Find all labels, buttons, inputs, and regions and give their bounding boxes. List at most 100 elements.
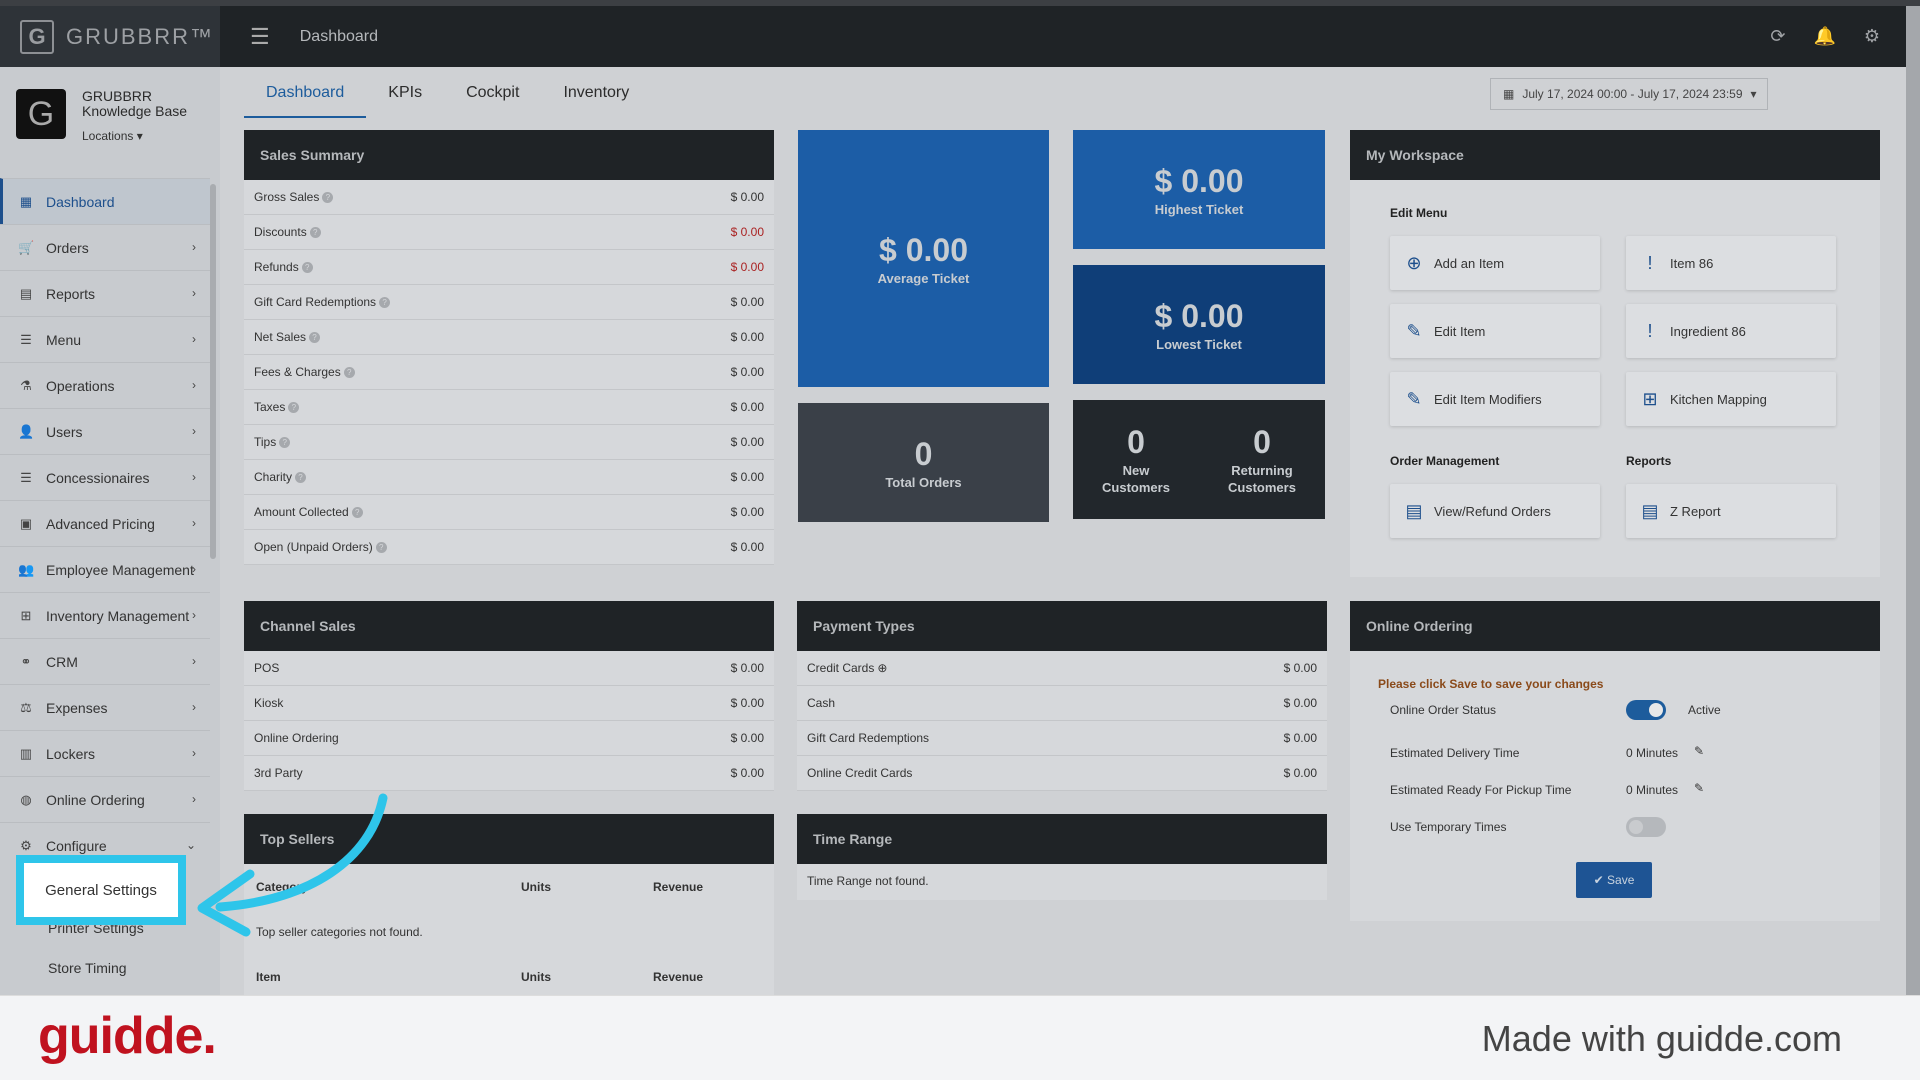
col-units-2: Units [521, 970, 551, 984]
sidebar-item-employee-management[interactable]: 👥 Employee Management › [0, 546, 210, 592]
sidebar-item-expenses[interactable]: ⚖ Expenses › [0, 684, 210, 730]
sidebar-item-users[interactable]: 👤 Users › [0, 408, 210, 454]
average-ticket-label: Average Ticket [877, 270, 970, 286]
temporary-times-toggle[interactable] [1626, 817, 1666, 837]
sidebar-item-inventory-management[interactable]: ⊞ Inventory Management › [0, 592, 210, 638]
time-range-title: Time Range [797, 814, 1327, 864]
row-value: $ 0.00 [730, 470, 764, 484]
plus-circle-icon[interactable]: ⊕ [877, 661, 887, 675]
row-label: Kiosk [254, 696, 283, 710]
average-ticket-tile: $ 0.00 Average Ticket [798, 130, 1049, 387]
help-icon[interactable]: ? [379, 297, 391, 309]
general-settings-highlight[interactable]: General Settings [16, 855, 186, 925]
table-row: Open (Unpaid Orders)? $ 0.00 [244, 530, 774, 565]
z-report-button[interactable]: ▤ Z Report [1626, 484, 1836, 538]
delivery-time-label: Estimated Delivery Time [1390, 746, 1520, 760]
table-row: Amount Collected? $ 0.00 [244, 495, 774, 530]
edit-item-modifiers-button[interactable]: ✎ Edit Item Modifiers [1390, 372, 1600, 426]
table-row: Online Ordering $ 0.00 [244, 721, 774, 756]
add-item-label: Add an Item [1434, 255, 1505, 271]
bell-icon[interactable]: 🔔 [1813, 26, 1835, 47]
sidebar-item-online-ordering[interactable]: ◍ Online Ordering › [0, 776, 210, 822]
sidebar-item-orders[interactable]: 🛒 Orders › [0, 224, 210, 270]
item-86-button[interactable]: ! Item 86 [1626, 236, 1836, 290]
user-plus-icon: 👤 [18, 423, 35, 439]
ingredient-86-button[interactable]: ! Ingredient 86 [1626, 304, 1836, 358]
row-label: Charity? [254, 470, 307, 484]
online-order-status-label: Online Order Status [1390, 703, 1497, 717]
sidebar-item-reports[interactable]: ▤ Reports › [0, 270, 210, 316]
table-row: Online Credit Cards $ 0.00 [797, 756, 1327, 791]
sidebar-item-menu[interactable]: ☰ Menu › [0, 316, 210, 362]
edit-delivery-pencil-icon[interactable]: ✎ [1694, 744, 1704, 758]
help-icon[interactable]: ? [279, 437, 291, 449]
plus-circle-icon: ⊕ [1406, 252, 1422, 273]
sales-summary-title: Sales Summary [244, 130, 774, 180]
sidebar-item-label: Expenses [46, 699, 108, 716]
table-row: Kiosk $ 0.00 [244, 686, 774, 721]
help-icon[interactable]: ? [301, 262, 313, 274]
row-label-text: Credit Cards [807, 661, 875, 675]
online-ordering-title: Online Ordering [1350, 601, 1880, 651]
help-icon[interactable]: ? [288, 402, 300, 414]
tab-inventory[interactable]: Inventory [541, 80, 651, 118]
flask-icon: ⚗ [20, 377, 32, 393]
edit-item-button[interactable]: ✎ Edit Item [1390, 304, 1600, 358]
refresh-icon[interactable]: ⟳ [1770, 26, 1785, 47]
row-label-text: Fees & Charges [254, 365, 341, 379]
sidebar-item-operations[interactable]: ⚗ Operations › [0, 362, 210, 408]
exclamation-icon: ! [1647, 320, 1653, 341]
online-order-status-toggle[interactable] [1626, 700, 1666, 720]
row-label-text: Gross Sales [254, 190, 320, 204]
row-label: POS [254, 661, 279, 675]
table-row: Taxes? $ 0.00 [244, 390, 774, 425]
sidebar-subitem-store-timing[interactable]: Store Timing [0, 948, 210, 988]
brand[interactable]: G GRUBBRR™ [0, 6, 220, 67]
view-refund-orders-button[interactable]: ▤ View/Refund Orders [1390, 484, 1600, 538]
row-label-text: Refunds [254, 260, 299, 274]
help-icon[interactable]: ? [375, 542, 387, 554]
hamburger-menu-icon[interactable]: ☰ [250, 24, 270, 50]
save-notice: Please click Save to save your changes [1378, 677, 1604, 691]
total-orders-value: 0 [914, 435, 933, 472]
chevron-right-icon: › [192, 608, 196, 622]
help-icon[interactable]: ? [309, 227, 321, 239]
customers-tile: 0 New Customers 0 Returning Customers [1073, 400, 1325, 519]
total-orders-label: Total Orders [885, 474, 962, 490]
sidebar-item-concessionaires[interactable]: ☰ Concessionaires › [0, 454, 210, 500]
sitemap-icon: ⊞ [1642, 388, 1658, 409]
save-button[interactable]: ✔ Save [1576, 862, 1652, 898]
help-icon[interactable]: ? [295, 472, 307, 484]
row-label: Gift Card Redemptions [807, 731, 929, 745]
sidebar-scrollbar[interactable] [210, 184, 216, 559]
sidebar-item-dashboard[interactable]: ▦ Dashboard [0, 178, 210, 224]
help-icon[interactable]: ? [322, 192, 334, 204]
tab-dashboard[interactable]: Dashboard [244, 80, 367, 118]
table-row: Fees & Charges? $ 0.00 [244, 355, 774, 390]
add-item-button[interactable]: ⊕ Add an Item [1390, 236, 1600, 290]
edit-pickup-pencil-icon[interactable]: ✎ [1694, 781, 1704, 795]
sidebar-item-crm[interactable]: ⚭ CRM › [0, 638, 210, 684]
help-icon[interactable]: ? [309, 332, 321, 344]
brand-logo-icon: G [20, 19, 54, 54]
sidebar-item-advanced-pricing[interactable]: ▣ Advanced Pricing › [0, 500, 210, 546]
app-window: G GRUBBRR™ G GRUBBRR Knowledge Base Loca… [0, 0, 1920, 995]
tab-kpis[interactable]: KPIs [366, 80, 444, 118]
date-range-picker[interactable]: ▦ July 17, 2024 00:00 - July 17, 2024 23… [1490, 78, 1768, 110]
gear-icon[interactable]: ⚙ [1864, 26, 1880, 47]
average-ticket-value: $ 0.00 [879, 231, 968, 268]
help-icon[interactable]: ? [351, 507, 363, 519]
tab-cockpit[interactable]: Cockpit [444, 80, 541, 118]
table-row: Cash $ 0.00 [797, 686, 1327, 721]
chevron-right-icon: › [192, 378, 196, 392]
pencil-icon: ✎ [1406, 388, 1422, 409]
row-label-text: Tips [254, 435, 277, 449]
kitchen-mapping-button[interactable]: ⊞ Kitchen Mapping [1626, 372, 1836, 426]
sidebar-item-lockers[interactable]: ▥ Lockers › [0, 730, 210, 776]
locations-dropdown[interactable]: Locations ▾ [82, 129, 187, 143]
sidebar-item-label: CRM [46, 653, 78, 670]
help-icon[interactable]: ? [343, 367, 355, 379]
highest-ticket-value: $ 0.00 [1154, 162, 1244, 199]
window-scrollbar[interactable] [1906, 6, 1920, 995]
row-label-text: Discounts [254, 225, 307, 239]
